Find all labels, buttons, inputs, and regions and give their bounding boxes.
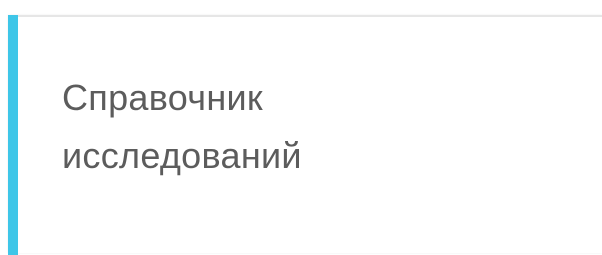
card-title: Справочник исследований — [62, 69, 562, 185]
card-accent-bar — [8, 15, 18, 255]
card-title-line-2: исследований — [62, 135, 302, 176]
reference-card[interactable]: Справочник исследований — [8, 15, 602, 255]
card-title-line-1: Справочник — [62, 77, 263, 118]
